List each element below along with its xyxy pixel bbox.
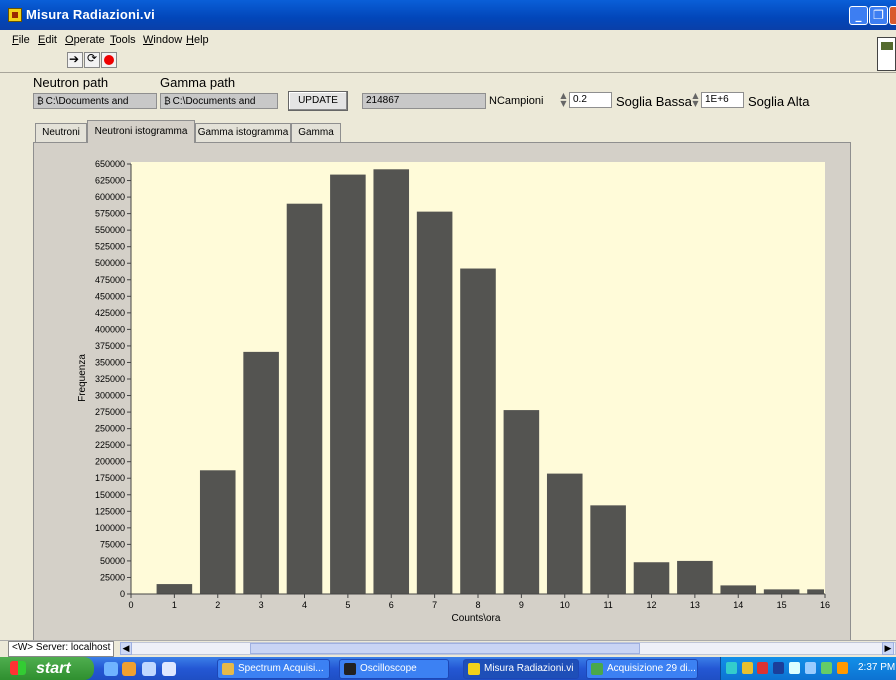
media-icon[interactable] [122, 662, 136, 676]
vi-connector-icon[interactable] [877, 37, 896, 71]
scrollbar-thumb[interactable] [250, 643, 640, 654]
gamma-path-value: C:\Documents and [172, 96, 256, 107]
server-status: <W> Server: localhost [8, 641, 115, 657]
soglia-alta-label: Soglia Alta [748, 94, 810, 109]
scroll-right-arrow[interactable]: ▶ [882, 642, 894, 655]
soglia-alta-input[interactable]: 1E+6 [701, 92, 744, 108]
soglia-bassa-spinner[interactable]: ▲ ▼ [559, 92, 568, 108]
internet-explorer-icon[interactable] [104, 662, 118, 676]
app-icon [591, 663, 603, 675]
soglia-alta-spinner[interactable]: ▲ ▼ [691, 92, 700, 108]
tray-icon[interactable] [821, 662, 832, 674]
maximize-button[interactable]: ❐ [869, 6, 888, 25]
plot-area[interactable] [131, 162, 825, 594]
scroll-left-arrow[interactable]: ◀ [120, 642, 132, 655]
update-button[interactable]: UPDATE [288, 91, 348, 111]
oscilloscope-icon [344, 663, 356, 675]
menu-tools[interactable]: Tools [110, 34, 136, 46]
labview-vi-icon [8, 8, 22, 22]
window-title: Misura Radiazioni.vi [26, 7, 155, 22]
task-misura-radiazioni[interactable]: Misura Radiazioni.vi [463, 659, 579, 679]
task-label: Oscilloscope [360, 663, 417, 674]
task-label: Spectrum Acquisi... [238, 663, 324, 674]
close-button[interactable] [889, 6, 896, 25]
menu-help[interactable]: Help [186, 34, 209, 46]
path-icon: ₿ [37, 96, 44, 106]
menu-file[interactable]: File [12, 34, 30, 46]
ncampioni-label: NCampioni [489, 95, 544, 107]
tab-gamma[interactable]: Gamma [291, 123, 341, 142]
clock: 2:37 PM [858, 662, 896, 673]
neutron-path-label: Neutron path [33, 75, 109, 90]
gamma-path-label: Gamma path [160, 75, 236, 90]
toolbar-divider [0, 72, 896, 73]
app-icon [222, 663, 234, 675]
labview-icon [468, 663, 480, 675]
menu-edit[interactable]: Edit [38, 34, 57, 46]
soglia-bassa-label: Soglia Bassa [616, 94, 692, 109]
email-icon[interactable] [142, 662, 156, 676]
tab-neutroni[interactable]: Neutroni [35, 123, 87, 142]
minimize-button[interactable]: _ [849, 6, 868, 25]
tray-icon[interactable] [726, 662, 737, 674]
tray-icon[interactable] [789, 662, 800, 674]
run-button[interactable] [67, 52, 83, 68]
tab-gamma-istogramma[interactable]: Gamma istogramma [195, 123, 291, 142]
tab-neutroni-istogramma[interactable]: Neutroni istogramma [87, 120, 195, 143]
ncampioni-indicator: 214867 [362, 93, 486, 109]
path-icon: ₿ [164, 96, 171, 106]
task-label: Misura Radiazioni.vi [484, 663, 574, 674]
menu-operate[interactable]: Operate [65, 34, 105, 46]
abort-button[interactable] [101, 52, 117, 68]
search-icon[interactable] [162, 662, 176, 676]
tray-icon[interactable] [837, 662, 848, 674]
task-spectrum[interactable]: Spectrum Acquisi... [217, 659, 330, 679]
task-acquisizione[interactable]: Acquisizione 29 di... [586, 659, 698, 679]
neutron-path-field[interactable]: ₿ C:\Documents and [33, 93, 157, 109]
task-oscilloscope[interactable]: Oscilloscope [339, 659, 449, 679]
run-continuously-button[interactable] [84, 51, 100, 68]
tray-icon[interactable] [773, 662, 784, 674]
windows-logo-icon [10, 661, 26, 675]
tray-icon[interactable] [805, 662, 816, 674]
menu-window[interactable]: Window [143, 34, 182, 46]
soglia-bassa-input[interactable]: 0.2 [569, 92, 612, 108]
neutron-path-value: C:\Documents and [45, 96, 129, 107]
task-label: Acquisizione 29 di... [607, 663, 696, 674]
tray-icon[interactable] [742, 662, 753, 674]
tray-icon[interactable] [757, 662, 768, 674]
menu-bar: File Edit Operate Tools Window Help [0, 30, 896, 50]
gamma-path-field[interactable]: ₿ C:\Documents and [160, 93, 278, 109]
